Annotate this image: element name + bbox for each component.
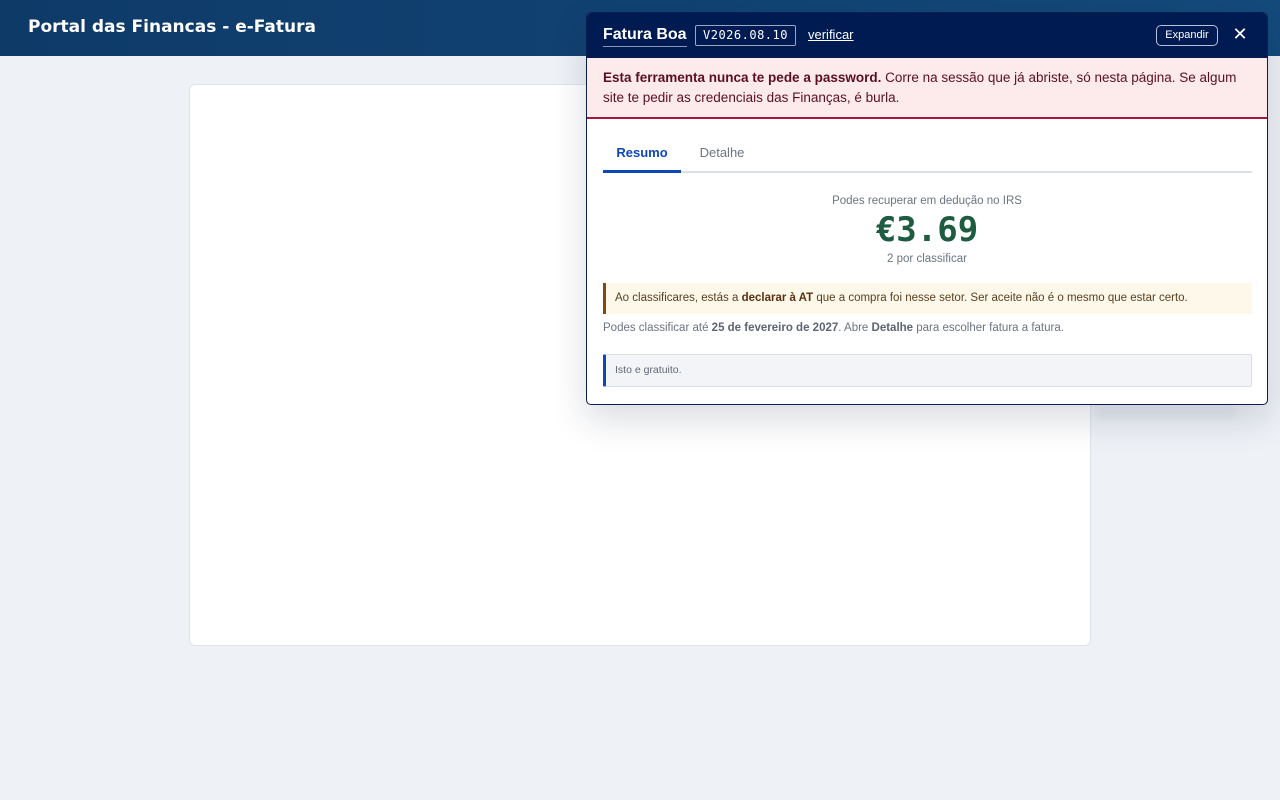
version-badge: V2026.08.10	[695, 25, 796, 46]
panel-header: Fatura Boa V2026.08.10 verificar Expandi…	[587, 13, 1267, 58]
expand-button[interactable]: Expandir	[1156, 25, 1218, 46]
fatura-boa-panel: Fatura Boa V2026.08.10 verificar Expandi…	[586, 12, 1268, 405]
warning-strong-text: Esta ferramenta nunca te pede a password…	[603, 70, 882, 85]
summary-caption: Podes recuperar em dedução no IRS	[832, 195, 1022, 207]
note-prefix: Ao classificares, estás a	[615, 292, 742, 304]
deadline-text: Podes classificar até 25 de fevereiro de…	[603, 322, 1064, 334]
verify-link[interactable]: verificar	[808, 27, 854, 43]
declaration-note: Ao classificares, estás a declarar à AT …	[603, 283, 1252, 314]
panel-title: Fatura Boa	[603, 25, 687, 47]
security-warning-banner: Esta ferramenta nunca te pede a password…	[587, 58, 1267, 119]
pending-count: 2 por classificar	[887, 253, 967, 265]
tab-resumo[interactable]: Resumo	[603, 137, 681, 173]
panel-tabs: Resumo Detalhe	[603, 137, 1252, 173]
deadline-suffix: para escolher fatura a fatura.	[913, 322, 1064, 334]
portal-title: Portal das Financas - e-Fatura	[28, 17, 316, 37]
background-placeholder	[1096, 406, 1236, 420]
deadline-middle: . Abre	[838, 322, 872, 334]
deadline-detail-ref: Detalhe	[871, 322, 914, 334]
close-icon[interactable]: ✕	[1230, 25, 1250, 45]
deduction-amount: €3.69	[875, 210, 979, 250]
free-info-box: Isto e gratuito.	[603, 354, 1252, 387]
deadline-date: 25 de fevereiro de 2027	[711, 322, 839, 334]
tab-detalhe[interactable]: Detalhe	[689, 137, 755, 173]
deadline-prefix: Podes classificar até	[603, 322, 712, 334]
note-strong-text: declarar à AT	[741, 292, 814, 304]
note-suffix: que a compra foi nesse setor. Ser aceite…	[813, 292, 1188, 304]
